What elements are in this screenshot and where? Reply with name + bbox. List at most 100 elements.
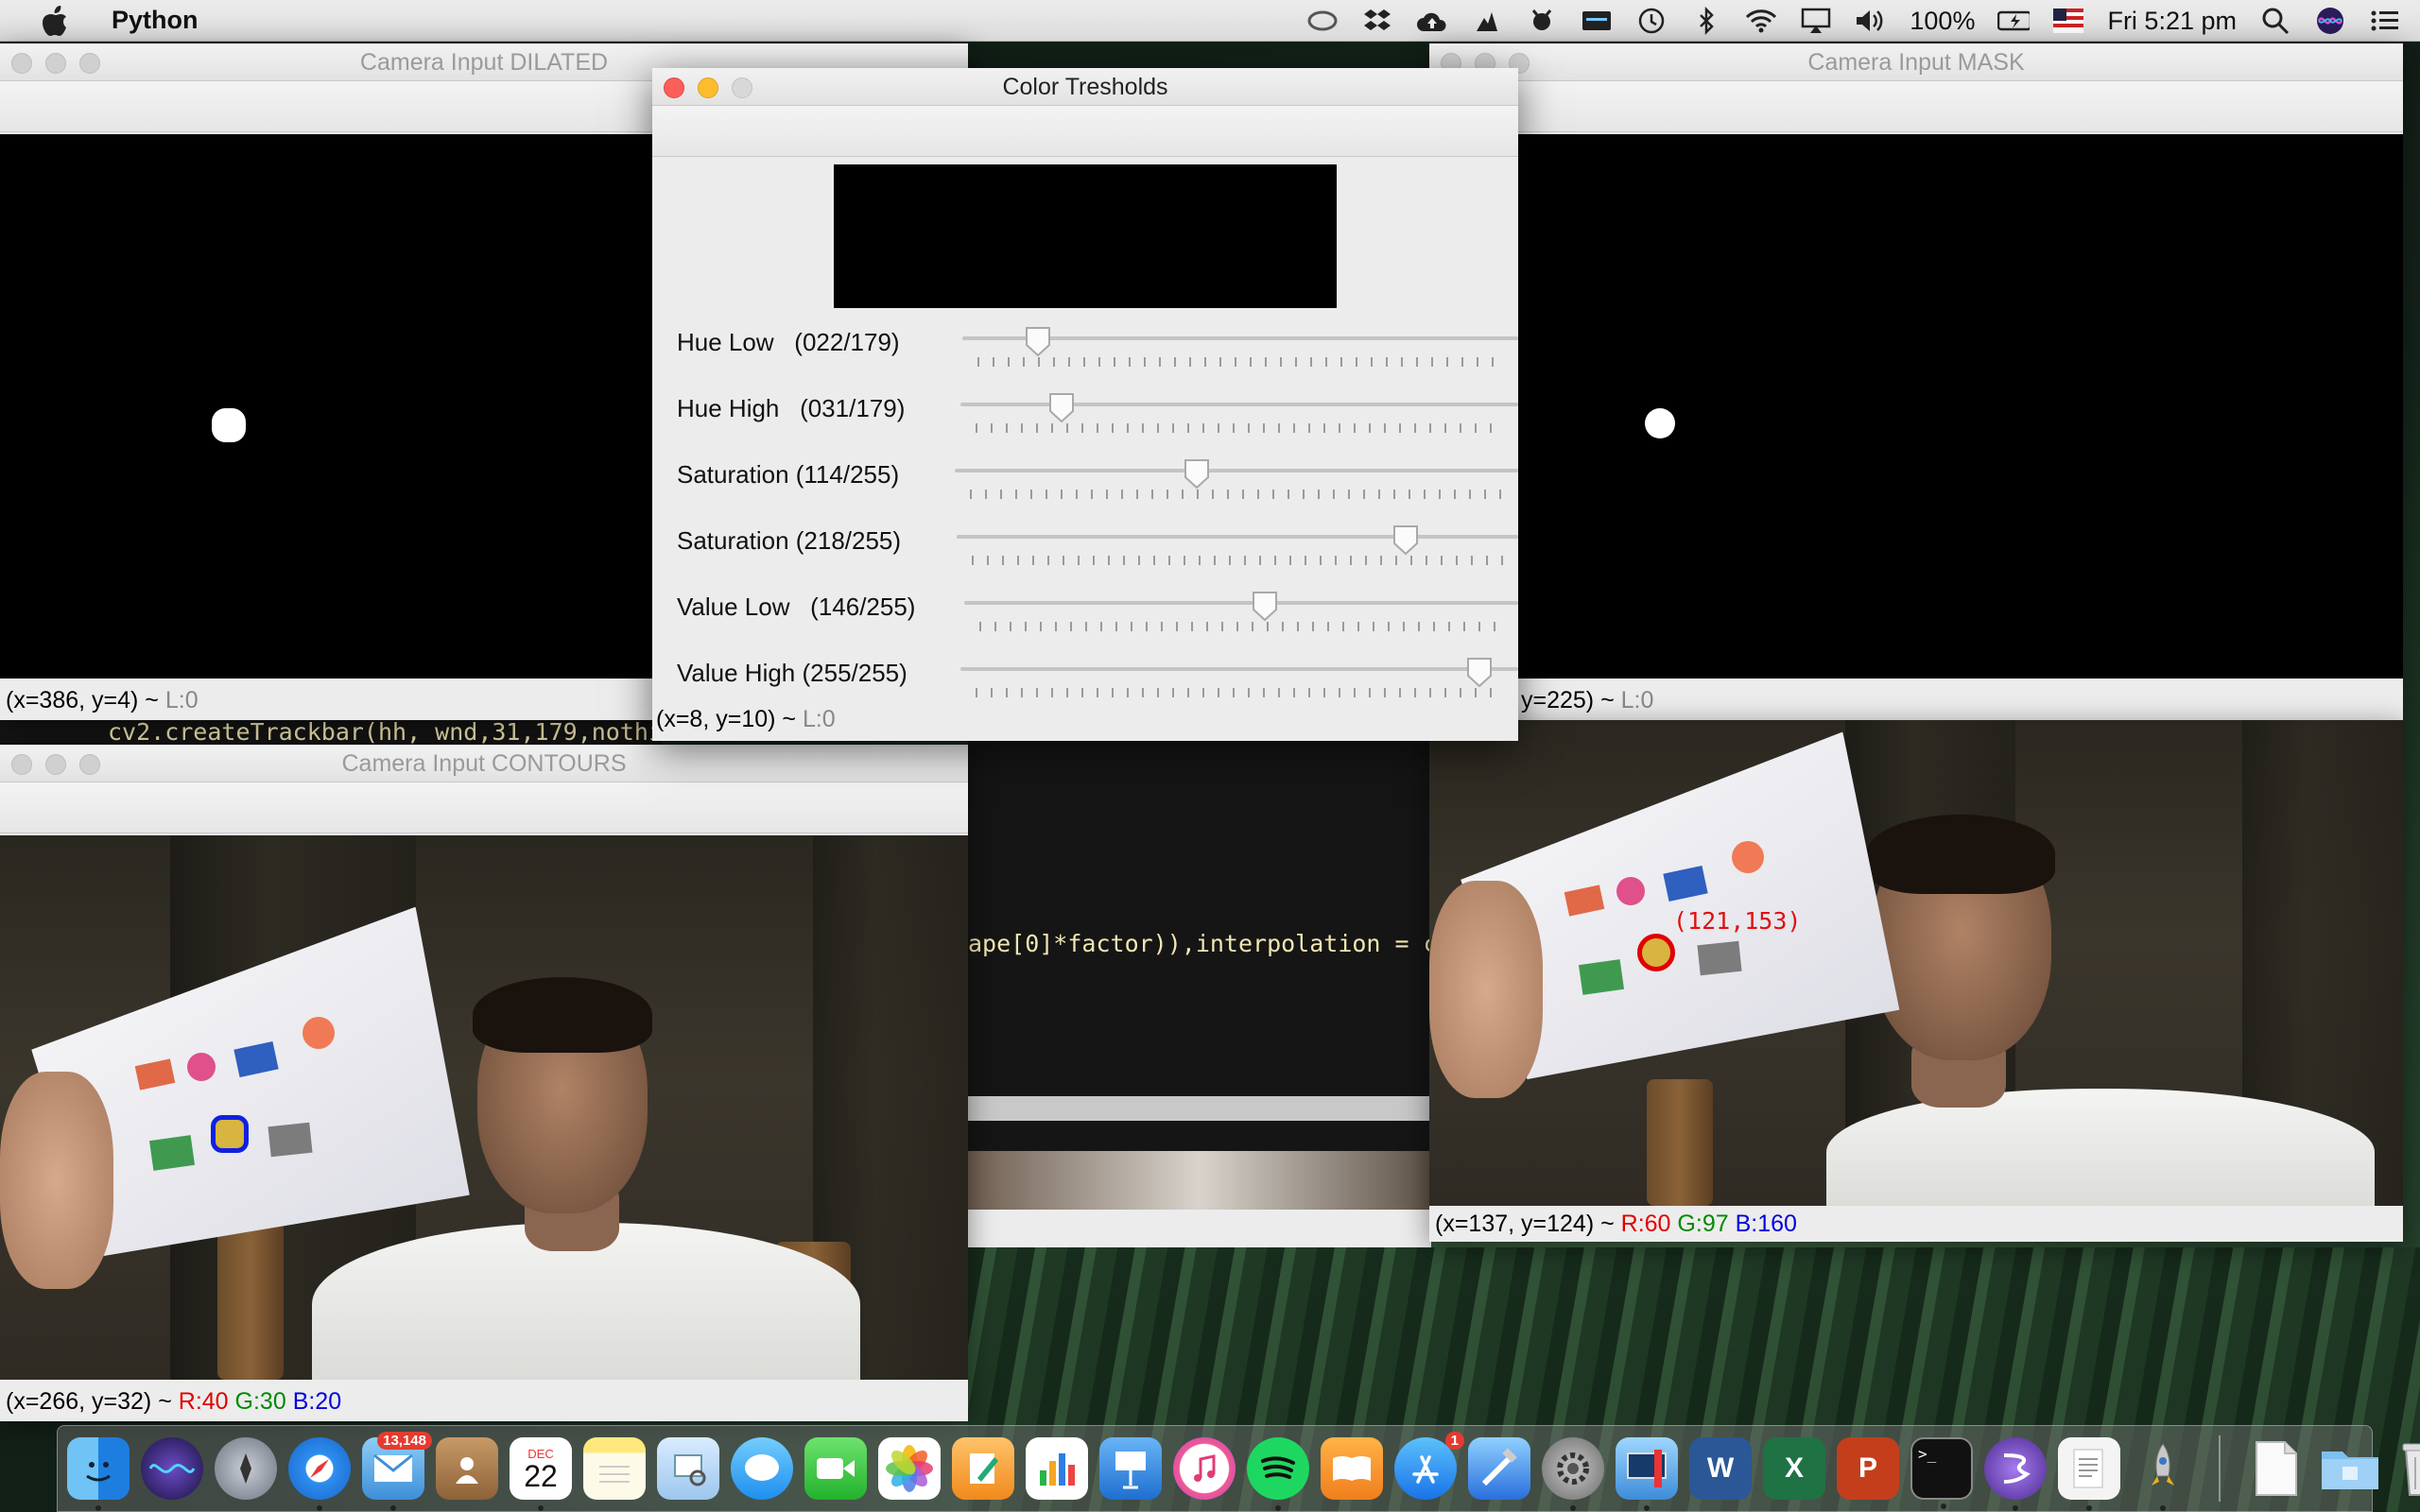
window-titlebar[interactable]: Color Tresholds xyxy=(652,68,1518,106)
status-red: R:40 xyxy=(178,1388,229,1415)
app-menu-python[interactable]: Python xyxy=(112,6,199,35)
trackbar-thumb[interactable] xyxy=(1392,524,1420,556)
dropbox-icon[interactable] xyxy=(1361,5,1393,37)
green-rectangle xyxy=(148,1135,196,1171)
excel-icon[interactable]: X xyxy=(1763,1437,1825,1500)
status-red: R:60 xyxy=(1620,1211,1671,1237)
trackbar-label: Hue Low (022/179) xyxy=(677,328,900,356)
word-letter: W xyxy=(1706,1452,1735,1484)
spotlight-icon[interactable] xyxy=(2259,5,2291,37)
python-rocket-icon[interactable] xyxy=(2132,1437,2194,1511)
airplay-icon[interactable] xyxy=(1800,5,1832,37)
threshold-preview-image[interactable] xyxy=(834,164,1337,308)
trackbar-track[interactable] xyxy=(955,469,1518,472)
calendar-day: 22 xyxy=(524,1458,558,1493)
status-green: G:97 xyxy=(1677,1211,1729,1237)
contacts-icon[interactable] xyxy=(436,1437,498,1500)
center-coordinate-label: (121,153) xyxy=(1673,907,1802,935)
trackbar-track[interactable] xyxy=(960,667,1518,671)
contours-camera-image[interactable] xyxy=(0,835,968,1380)
menu-bar-clock[interactable]: Fri 5:21 pm xyxy=(2107,7,2237,36)
preview-icon[interactable] xyxy=(657,1437,719,1500)
window-titlebar[interactable]: Camera Input CONTOURS xyxy=(0,745,968,782)
cat-icon[interactable] xyxy=(1471,5,1503,37)
battery-icon[interactable] xyxy=(1997,5,2031,37)
yellow-circle-contour xyxy=(211,1115,249,1153)
safari-icon[interactable] xyxy=(288,1437,351,1511)
trash-icon[interactable] xyxy=(2393,1437,2420,1500)
numbers-icon[interactable] xyxy=(1026,1437,1088,1500)
trackbar-thumb[interactable] xyxy=(1251,590,1279,622)
keynote-icon[interactable] xyxy=(1099,1437,1162,1500)
window-color-thresholds[interactable]: Color Tresholds Hue Low (022/179) Hue Hi… xyxy=(652,68,1518,741)
messages-icon[interactable] xyxy=(731,1437,793,1500)
xcode-icon[interactable] xyxy=(1468,1437,1530,1500)
folder-icon[interactable] xyxy=(2319,1437,2381,1500)
app-store-icon[interactable]: 1 xyxy=(1394,1432,1464,1500)
gray-rectangle xyxy=(1697,940,1742,976)
video-preview-strip xyxy=(968,1151,1431,1210)
trackbar-thumb[interactable] xyxy=(1465,656,1494,688)
mask-image[interactable] xyxy=(1429,134,2403,679)
notes-icon[interactable] xyxy=(583,1437,646,1500)
trackbar-thumb[interactable] xyxy=(1024,325,1052,357)
photos-icon[interactable] xyxy=(878,1437,941,1500)
gear-bug-icon[interactable] xyxy=(1526,5,1558,37)
trackbar-hue-low: Hue Low (022/179) xyxy=(652,323,1518,389)
terminal-prompt: >_ xyxy=(1918,1445,1937,1463)
powerpoint-icon[interactable]: P xyxy=(1837,1437,1899,1500)
wifi-icon[interactable] xyxy=(1745,5,1777,37)
pink-circle xyxy=(1616,877,1645,905)
terminal-icon[interactable]: >_ xyxy=(1910,1437,1973,1509)
siri-icon[interactable] xyxy=(141,1437,203,1500)
window-camera-input-contours[interactable]: Camera Input CONTOURS (x=266, y=32) ~ R:… xyxy=(0,745,968,1421)
window-titlebar[interactable]: Camera Input MASK xyxy=(1429,43,2403,81)
window-bottom-edge xyxy=(968,1210,1431,1247)
terminal-scrollbar[interactable] xyxy=(968,1096,1431,1121)
pages-icon[interactable] xyxy=(952,1437,1014,1500)
trackbar-label: Value High (255/255) xyxy=(677,659,908,687)
window-toolbar xyxy=(652,106,1518,157)
status-luminance: L:0 xyxy=(164,687,199,713)
time-machine-icon[interactable] xyxy=(1635,5,1668,37)
window-camera-input-mask[interactable]: Camera Input MASK y=225) ~ L:0 xyxy=(1429,43,2403,720)
color-camera-image[interactable]: (121,153) xyxy=(1429,720,2403,1206)
volume-icon[interactable] xyxy=(1855,5,1887,37)
launchpad-icon[interactable] xyxy=(215,1437,277,1500)
bluetooth-icon[interactable] xyxy=(1690,5,1722,37)
finder-icon[interactable] xyxy=(67,1437,130,1511)
cloud-upload-icon[interactable] xyxy=(1416,5,1448,37)
running-indicator xyxy=(1570,1505,1576,1511)
apple-icon[interactable] xyxy=(38,4,72,38)
trackbar-list: Hue Low (022/179) Hue High (031/179) Sat… xyxy=(652,323,1518,720)
menu-bar-extras: 100% Fri 5:21 pm xyxy=(1306,0,2401,42)
word-icon[interactable]: W xyxy=(1689,1437,1752,1500)
creative-cloud-icon[interactable] xyxy=(1306,5,1339,37)
document-icon[interactable] xyxy=(2245,1437,2308,1500)
itunes-icon[interactable] xyxy=(1173,1437,1236,1500)
mail-icon[interactable]: 13,148 xyxy=(362,1432,432,1511)
emacs-icon[interactable] xyxy=(1984,1437,2047,1511)
window-camera-input-color[interactable]: (121,153) (x=137, y=124) ~ R:60 G:97 B:1… xyxy=(1429,720,2403,1242)
hand xyxy=(0,1072,113,1289)
textedit-icon[interactable] xyxy=(2058,1437,2120,1511)
menu-bar: Python 100% Fri 5:21 pm xyxy=(0,0,2420,42)
ibooks-icon[interactable] xyxy=(1321,1437,1383,1500)
list-icon[interactable] xyxy=(2369,5,2401,37)
trackbar-track[interactable] xyxy=(964,601,1518,605)
screen-sharing-icon[interactable] xyxy=(1616,1437,1678,1511)
calendar-icon[interactable]: DEC 22 xyxy=(510,1437,572,1511)
trackbar-thumb[interactable] xyxy=(1183,457,1211,490)
trackbar-track[interactable] xyxy=(957,535,1518,539)
display-icon[interactable] xyxy=(1581,5,1613,37)
flag-icon[interactable] xyxy=(2052,5,2084,37)
trackbar-track[interactable] xyxy=(960,403,1518,406)
trackbar-thumb[interactable] xyxy=(1047,391,1076,423)
spotify-icon[interactable] xyxy=(1247,1437,1309,1511)
dock-separator xyxy=(2219,1435,2221,1502)
facetime-icon[interactable] xyxy=(804,1437,867,1500)
siri-icon[interactable] xyxy=(2314,5,2346,37)
terminal-window-background[interactable]: ape[0]*factor)),interpolation = cv2 xyxy=(968,737,1431,1247)
system-preferences-icon[interactable] xyxy=(1542,1437,1604,1511)
trackbar-label: Saturation (218/255) xyxy=(677,526,902,555)
